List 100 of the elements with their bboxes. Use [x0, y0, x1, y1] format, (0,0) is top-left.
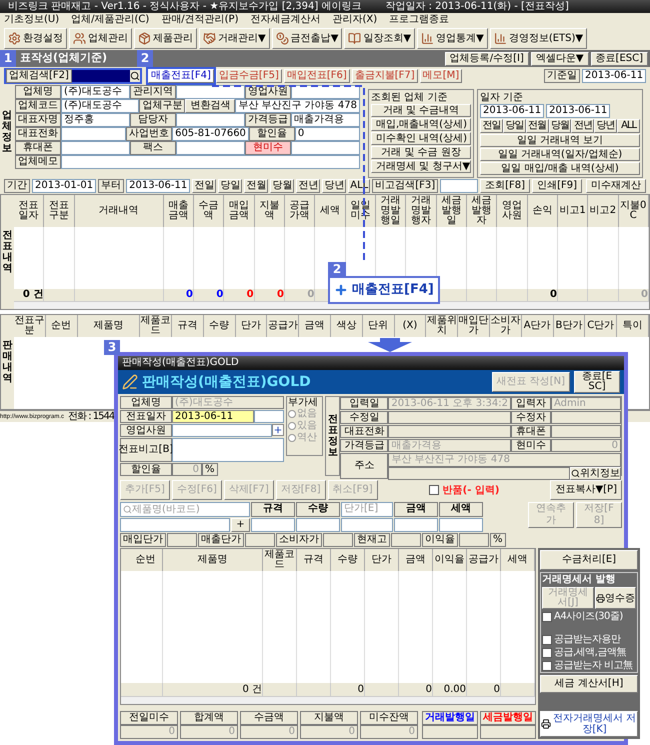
header-button[interactable]: 업체등록/수정[I]	[444, 52, 529, 66]
checkbox[interactable]	[542, 634, 552, 644]
quick-date-button[interactable]: 당년	[322, 179, 346, 193]
close-button[interactable]: 종료[ESC]	[574, 371, 620, 393]
quick-date-button[interactable]: 당년	[594, 119, 618, 133]
menu-item[interactable]: 관리자(X)	[332, 14, 378, 26]
quick-date-button[interactable]: 전월	[244, 179, 268, 193]
receipt-button[interactable]: 영수증	[595, 587, 636, 609]
slip-tab[interactable]: 메모[M]	[420, 69, 462, 83]
query-button[interactable]: 매입,매출내역(상세)	[371, 118, 471, 131]
price-field[interactable]	[341, 518, 393, 532]
column-header[interactable]: 순번	[129, 549, 163, 571]
convert-button[interactable]: 변환검색	[185, 99, 236, 113]
slip-tab[interactable]: 입금수금[F5]	[216, 69, 282, 83]
text-field[interactable]	[176, 141, 245, 155]
checkbox[interactable]	[542, 660, 552, 670]
column-header[interactable]: 이익율	[433, 549, 467, 571]
column-header[interactable]: 영업사원	[497, 195, 528, 227]
recalc-button[interactable]: 미수재계산	[586, 179, 646, 193]
horizontal-scrollbar[interactable]	[121, 696, 535, 704]
quick-date-button[interactable]: 전일	[480, 119, 503, 133]
column-header[interactable]: 규격	[297, 549, 331, 571]
query-button[interactable]: 일일 거래내역 보기	[480, 134, 640, 147]
add-icon[interactable]	[272, 424, 284, 436]
column-header[interactable]: 공급가액	[284, 195, 316, 227]
spec-field[interactable]	[251, 518, 295, 532]
slip-tab[interactable]: 매출전표[F4]	[148, 69, 214, 83]
add-product-button[interactable]: +	[231, 518, 250, 532]
slip-tab[interactable]: 출금지불[F7]	[352, 69, 418, 83]
horizontal-scrollbar[interactable]	[14, 301, 649, 309]
column-header[interactable]: (X)	[394, 315, 426, 337]
toolbar-button[interactable]: 일장조회▼	[344, 28, 416, 48]
text-field[interactable]	[176, 85, 245, 99]
column-header[interactable]: 수량	[331, 549, 365, 571]
column-header[interactable]: 세금발행일	[436, 195, 467, 227]
query-button[interactable]: 일일 거래내역(일자/업체순)	[480, 148, 640, 161]
toolbar-button[interactable]: 환경설정	[4, 28, 67, 48]
query-button[interactable]: 거래 및 수금내역	[371, 104, 471, 117]
query-button[interactable]: 미수확인 내역(상세)	[371, 132, 471, 145]
menu-item[interactable]: 기초정보(U)	[4, 14, 60, 26]
column-header[interactable]: 색상	[330, 315, 363, 337]
column-header[interactable]: 매출금액	[164, 195, 194, 227]
column-header[interactable]: 손익	[528, 195, 558, 227]
text-field[interactable]: (주)대도공수	[61, 99, 140, 113]
column-header[interactable]: 전표일자	[14, 195, 44, 227]
column-header[interactable]: 지불액	[254, 195, 285, 227]
date-field[interactable]: 2013-06-11	[126, 179, 190, 193]
toolbar-button[interactable]: 거래관리▼	[199, 28, 270, 48]
text-field[interactable]	[291, 85, 360, 99]
toolbar-button[interactable]: 영업통계▼	[417, 28, 488, 48]
column-header[interactable]: 규격	[172, 315, 204, 337]
column-header[interactable]: 금액	[299, 315, 331, 337]
quick-date-button[interactable]: 당일	[502, 119, 526, 133]
column-header[interactable]: 특이	[617, 315, 649, 337]
memo-search-field[interactable]	[440, 179, 478, 193]
column-header[interactable]: 거래명발행일	[376, 195, 406, 227]
text-field[interactable]	[61, 155, 360, 169]
column-header[interactable]: 금액	[399, 549, 433, 571]
column-header[interactable]: 전표구분	[14, 315, 46, 337]
column-header[interactable]: 전표구분	[44, 195, 75, 227]
column-header[interactable]: 매입단가	[458, 315, 490, 337]
column-header[interactable]: 제품명	[163, 549, 263, 571]
column-header[interactable]: 소비자가	[490, 315, 522, 337]
amount-field[interactable]	[394, 518, 438, 532]
column-header[interactable]: 비고1	[558, 195, 588, 227]
text-field[interactable]: 605-81-07660	[172, 127, 249, 141]
checkbox[interactable]	[542, 612, 552, 622]
quick-date-button[interactable]: 전년	[296, 179, 320, 193]
collect-button[interactable]: 수금처리[E]	[540, 550, 638, 570]
checkbox[interactable]	[542, 648, 552, 658]
query-button[interactable]: 거래 및 수금 원장	[371, 146, 471, 159]
toolbar-button[interactable]: 제품관리	[134, 28, 197, 48]
quick-date-button[interactable]: 당월	[548, 119, 572, 133]
staff-dropdown[interactable]	[172, 424, 272, 437]
column-header[interactable]: 순번	[46, 315, 78, 337]
date-field[interactable]: 2013-01-01	[32, 179, 96, 193]
column-header[interactable]: 비고2	[588, 195, 619, 227]
memo-field[interactable]	[172, 438, 284, 462]
text-field[interactable]: 0	[294, 127, 360, 141]
column-header[interactable]: 지불0C	[618, 195, 649, 227]
query-button[interactable]: 조회[F8]	[480, 179, 530, 193]
text-field[interactable]: 부산 부산진구 가야동 478	[235, 99, 360, 113]
column-header[interactable]: 제품코드	[263, 549, 297, 571]
quick-date-button[interactable]: ALL	[617, 119, 640, 133]
quick-date-button[interactable]: 전일	[192, 179, 216, 193]
column-header[interactable]: 단위	[362, 315, 395, 337]
search-field[interactable]: 업체검색[F2]	[4, 68, 142, 84]
print-button[interactable]: 인쇄[F9]	[532, 179, 582, 193]
menu-item[interactable]: 프로그램종료	[389, 14, 450, 26]
menu-item[interactable]: 전자세금계산서	[250, 14, 320, 26]
query-button[interactable]: 거래명세 및 청구서▼	[371, 160, 471, 173]
column-header[interactable]: 수금액	[194, 195, 224, 227]
toolbar-button[interactable]: 경영정보(ETS)▼	[490, 28, 588, 48]
checkbox[interactable]	[428, 485, 439, 495]
column-header[interactable]: 단가	[365, 549, 399, 571]
column-header[interactable]: 세금발행자	[466, 195, 498, 227]
location-button[interactable]: 위치정보	[570, 467, 621, 480]
date-field[interactable]: 2013-06-11	[546, 104, 610, 118]
text-field[interactable]	[61, 141, 130, 155]
menu-item[interactable]: 업체/제품관리(C)	[71, 14, 150, 26]
